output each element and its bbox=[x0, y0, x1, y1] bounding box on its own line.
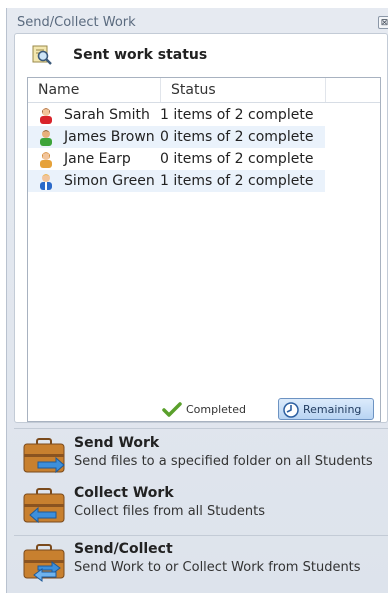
collect-work-button[interactable]: Collect Work Collect files from all Stud… bbox=[14, 482, 388, 532]
student-status: 1 items of 2 complete bbox=[160, 173, 314, 189]
checkmark-icon bbox=[162, 402, 182, 425]
briefcase-sendcollect-icon bbox=[22, 542, 66, 586]
collect-work-title: Collect Work bbox=[74, 485, 174, 501]
clock-icon bbox=[283, 402, 299, 426]
student-status: 0 items of 2 complete bbox=[160, 151, 314, 167]
divider bbox=[14, 535, 388, 536]
column-header-status[interactable]: Status bbox=[161, 78, 326, 102]
send-collect-button[interactable]: Send/Collect Send Work to or Collect Wor… bbox=[14, 538, 388, 588]
panel-title: Send/Collect Work bbox=[17, 15, 136, 30]
student-name: James Brown bbox=[64, 129, 155, 145]
collect-work-description: Collect files from all Students bbox=[74, 504, 265, 519]
list-item[interactable]: Sarah Smith 1 items of 2 complete bbox=[28, 104, 325, 126]
student-name: Simon Green bbox=[64, 173, 155, 189]
briefcase-send-icon bbox=[22, 436, 66, 480]
briefcase-collect-icon bbox=[22, 486, 66, 530]
legend-remaining-button[interactable]: Remaining bbox=[278, 398, 374, 420]
column-header-name[interactable]: Name bbox=[28, 78, 161, 102]
list-item[interactable]: James Brown 0 items of 2 complete bbox=[28, 126, 325, 148]
student-male-blue-icon bbox=[37, 172, 55, 197]
list-header: Name Status bbox=[28, 78, 380, 103]
section-header: Sent work status bbox=[15, 34, 387, 74]
send-collect-title: Send/Collect bbox=[74, 541, 173, 557]
send-work-title: Send Work bbox=[74, 435, 160, 451]
sent-work-status-section: Sent work status Name Status Sarah Smith… bbox=[14, 33, 388, 423]
student-name: Jane Earp bbox=[64, 151, 131, 167]
student-status: 1 items of 2 complete bbox=[160, 107, 314, 123]
list-item[interactable]: Jane Earp 0 items of 2 complete bbox=[28, 148, 325, 170]
section-title: Sent work status bbox=[73, 47, 208, 63]
search-document-icon bbox=[31, 45, 53, 69]
send-collect-description: Send Work to or Collect Work from Studen… bbox=[74, 560, 361, 575]
legend-completed-label: Completed bbox=[186, 403, 246, 416]
student-status-list[interactable]: Name Status Sarah Smith 1 items of 2 com… bbox=[27, 77, 381, 422]
legend-remaining-label: Remaining bbox=[303, 403, 362, 416]
close-button[interactable]: ⊠ bbox=[378, 16, 388, 29]
divider bbox=[14, 428, 388, 429]
list-item[interactable]: Simon Green 1 items of 2 complete bbox=[28, 170, 325, 192]
send-work-button[interactable]: Send Work Send files to a specified fold… bbox=[14, 432, 388, 482]
student-status: 0 items of 2 complete bbox=[160, 129, 314, 145]
student-name: Sarah Smith bbox=[64, 107, 150, 123]
send-work-description: Send files to a specified folder on all … bbox=[74, 454, 373, 469]
